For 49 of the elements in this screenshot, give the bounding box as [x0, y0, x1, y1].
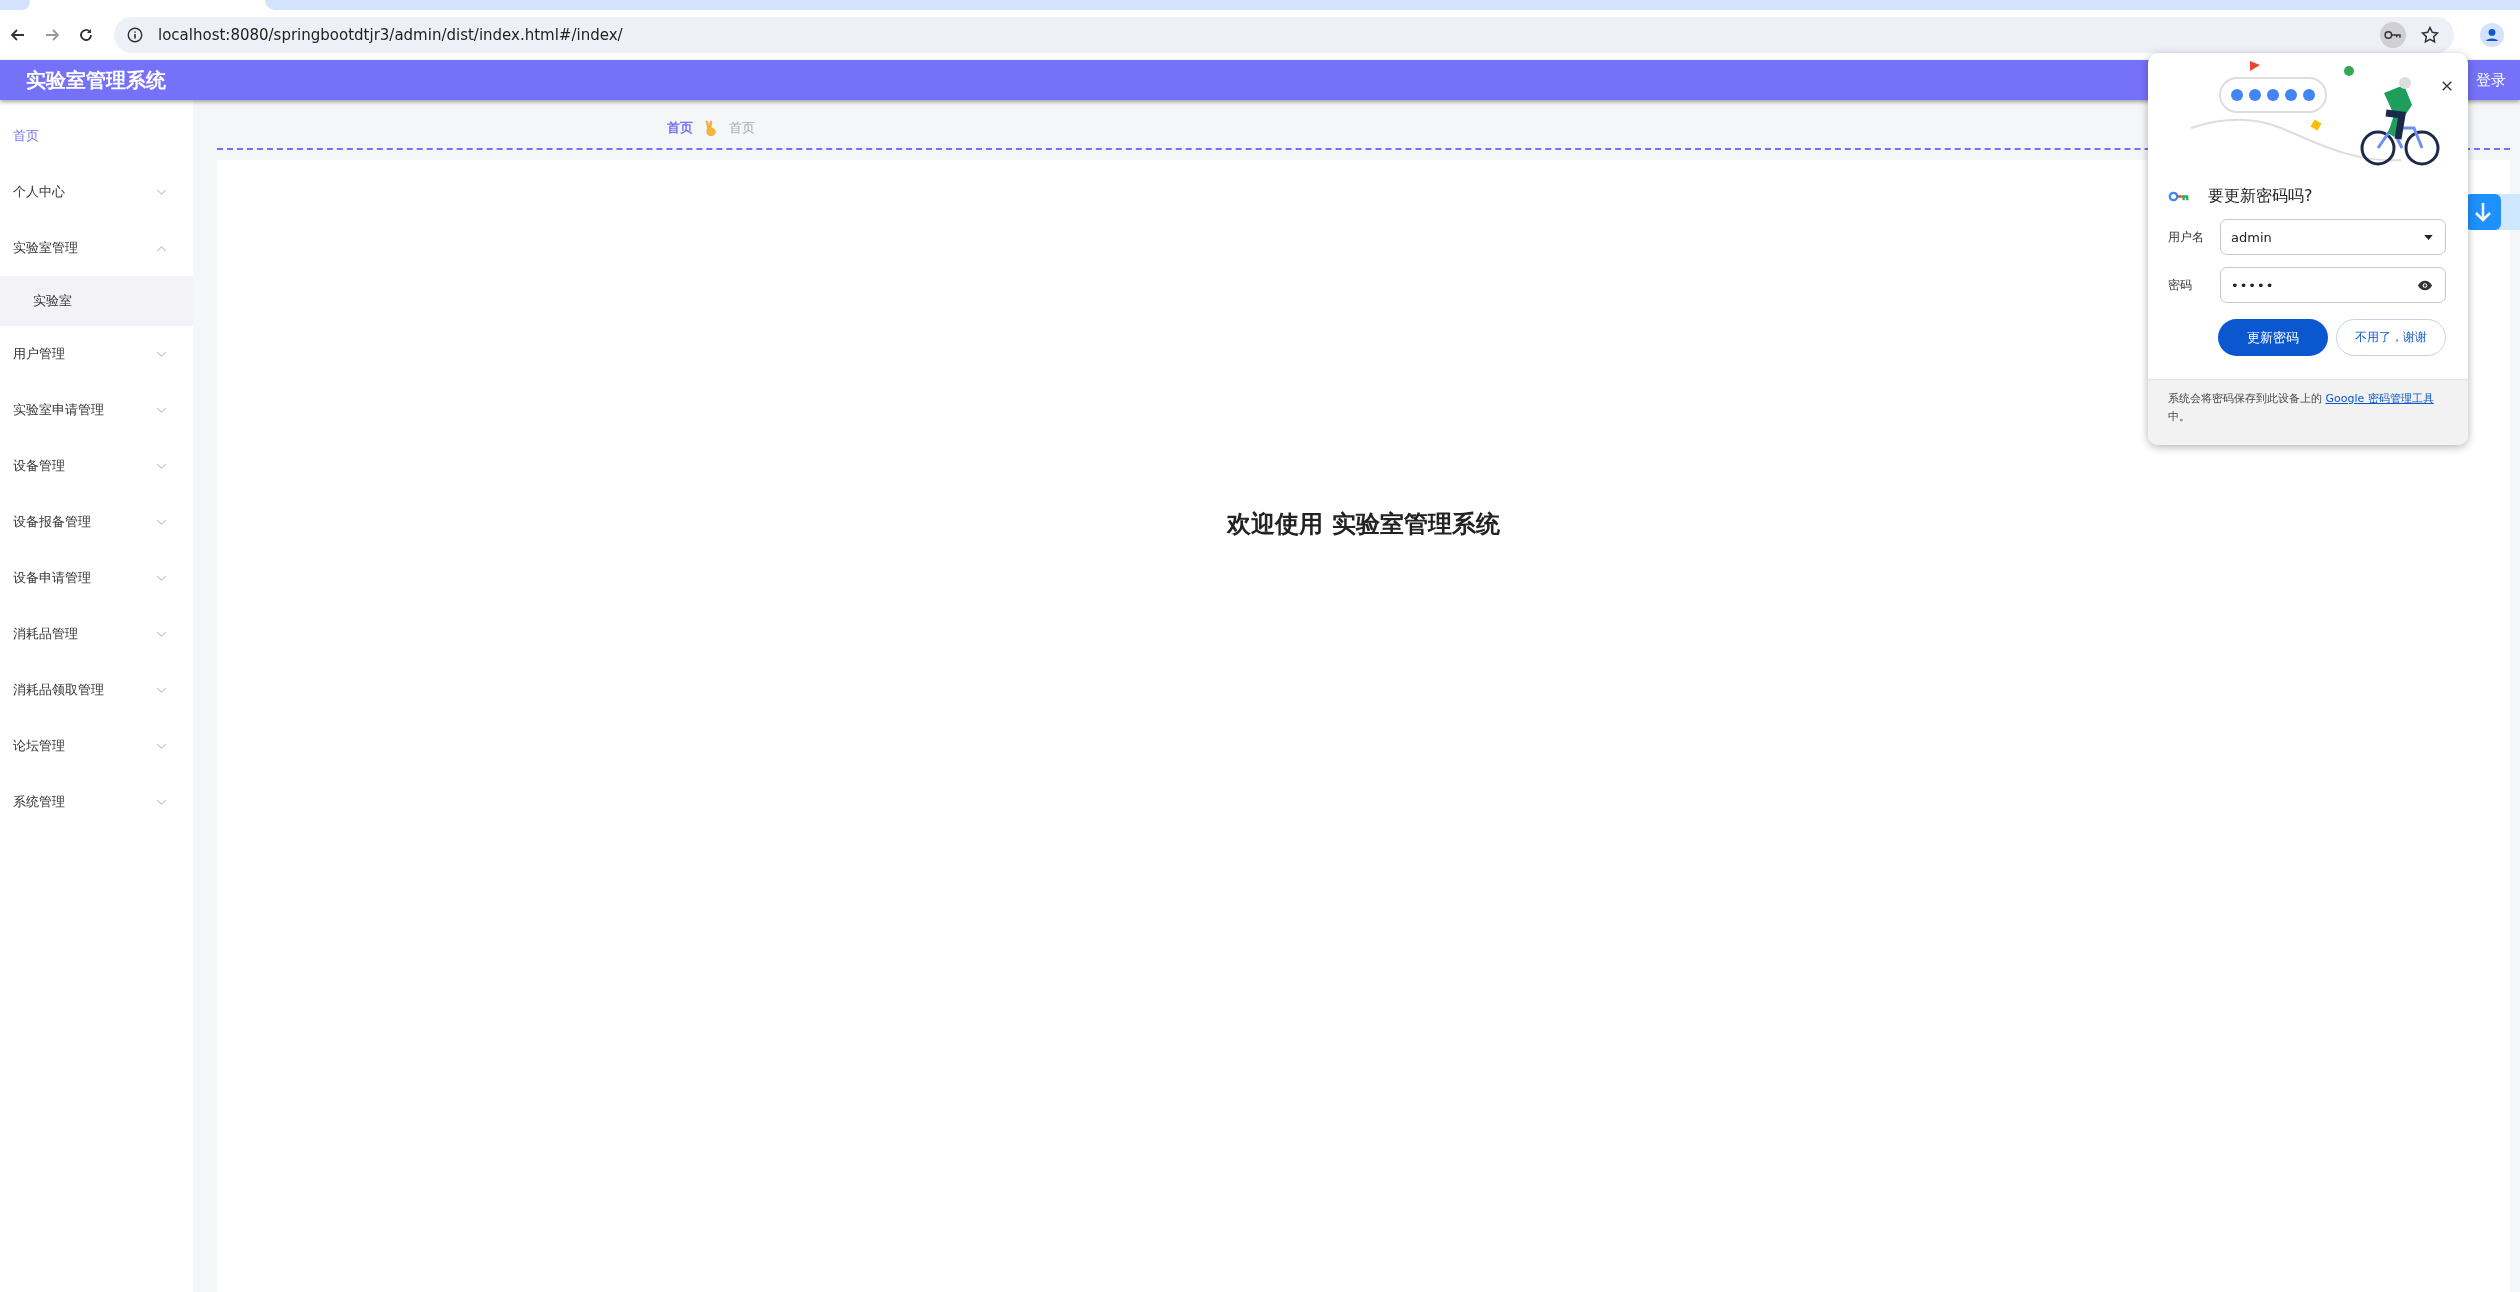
breadcrumb-link[interactable]: 首页 — [667, 119, 693, 137]
key-icon — [2168, 191, 2190, 202]
star-icon[interactable] — [2420, 25, 2440, 45]
no-thanks-button[interactable]: 不用了，谢谢 — [2336, 319, 2446, 356]
chevron-down-icon[interactable] — [156, 798, 167, 806]
footer-text: 系统会将密码保存到此设备上的 Google 密码管理工具 中。 — [2168, 391, 2435, 425]
chevron-down-icon[interactable] — [156, 518, 167, 526]
app-title: 实验室管理系统 — [26, 66, 166, 94]
chevron-down-icon[interactable] — [156, 630, 167, 638]
eye-icon[interactable] — [2417, 279, 2433, 291]
menu-item[interactable]: 实验室申请管理 — [0, 382, 193, 438]
menu-item[interactable]: 设备申请管理 — [0, 550, 193, 606]
submenu-item[interactable]: 实验室 — [0, 276, 193, 326]
dropdown-caret-icon[interactable] — [2424, 234, 2433, 240]
field-label: 密码 — [2168, 276, 2193, 294]
menu-item[interactable]: 首页 — [0, 108, 193, 164]
menu-item[interactable]: 消耗品领取管理 — [0, 662, 193, 718]
menu-item[interactable]: 个人中心 — [0, 164, 193, 220]
menu-item[interactable]: 论坛管理 — [0, 718, 193, 774]
update-password-button[interactable]: 更新密码 — [2218, 319, 2328, 356]
menu-item[interactable]: 设备管理 — [0, 438, 193, 494]
menu-item[interactable]: 实验室管理 — [0, 220, 193, 276]
username-field[interactable]: admin — [2220, 219, 2446, 255]
peace-hand-icon — [705, 120, 717, 136]
chevron-down-icon[interactable] — [156, 406, 167, 414]
key-icon[interactable] — [2380, 22, 2406, 48]
close-icon[interactable] — [2441, 80, 2453, 92]
url-text: localhost:8080/springbootdtjr3/admin/dist/index.html#/index/ — [158, 26, 623, 44]
popup-title: 要更新密码吗? — [2208, 186, 2313, 207]
logout-link[interactable]: 登录 — [2476, 70, 2506, 90]
menu-item[interactable]: 系统管理 — [0, 774, 193, 830]
floating-tab[interactable] — [2465, 194, 2520, 230]
chevron-down-icon[interactable] — [156, 350, 167, 358]
field-label: 用户名 — [2168, 228, 2205, 246]
google-password-manager-link[interactable]: Google 密码管理工具 — [2325, 392, 2434, 405]
menu-item[interactable]: 用户管理 — [0, 326, 193, 382]
welcome-heading: 欢迎使用 实验室管理系统 — [1227, 509, 1500, 540]
chevron-down-icon[interactable] — [156, 742, 167, 750]
chevron-down-icon[interactable] — [156, 462, 167, 470]
chevron-down-icon[interactable] — [156, 188, 167, 196]
profile-icon[interactable] — [2480, 23, 2504, 47]
password-field[interactable]: ••••• — [2220, 267, 2446, 303]
menu-item[interactable]: 设备报备管理 — [0, 494, 193, 550]
info-icon[interactable] — [126, 26, 144, 44]
address-bar[interactable]: localhost:8080/springbootdtjr3/admin/dist/index.html#/index/ — [114, 17, 2454, 53]
chevron-down-icon[interactable] — [156, 574, 167, 582]
chevron-up-icon[interactable] — [156, 244, 167, 252]
menu-item[interactable]: 消耗品管理 — [0, 606, 193, 662]
chevron-down-icon[interactable] — [156, 686, 167, 694]
